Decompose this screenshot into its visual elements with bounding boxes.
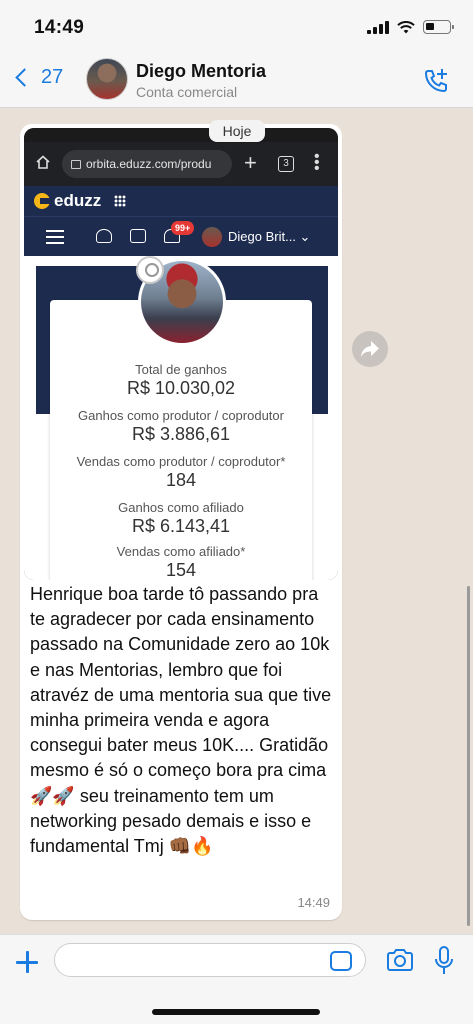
message-text: Henrique boa tarde tô passando pra te ag… (30, 584, 332, 857)
stat-value: R$ 10.030,02 (126, 378, 236, 398)
browser-tab-count: 3 (278, 156, 294, 172)
status-time: 14:49 (34, 17, 85, 38)
add-call-icon[interactable] (421, 66, 451, 96)
bubble-tail (27, 884, 53, 900)
status-bar: 14:49 (0, 0, 473, 52)
back-chevron-icon (15, 68, 34, 87)
message-image[interactable]: orbita.eduzz.com/produ + 3 • • • eduzz 99+… (24, 128, 338, 580)
browser-new-tab-icon: + (244, 150, 257, 175)
stat-value: 154 (165, 560, 197, 580)
back-button[interactable]: 27 (12, 66, 63, 89)
status-icons (367, 20, 454, 34)
dashboard-body: Total de ganhos R$ 10.030,02 Ganhos como… (24, 256, 338, 580)
eduzz-brand-bar: eduzz (24, 186, 338, 216)
date-pill: Hoje (209, 120, 265, 142)
stat-label: Total de ganhos (135, 362, 227, 377)
wifi-icon (397, 20, 415, 33)
message-time: 14:49 (297, 895, 330, 910)
eduzz-logo-text: eduzz (54, 191, 102, 210)
back-count: 27 (41, 66, 64, 88)
signal-icon (367, 20, 389, 34)
stat-label: Ganhos como produtor / coprodutor (78, 408, 284, 423)
stat-label: Ganhos como afiliado (118, 500, 244, 515)
image-browser-bar: orbita.eduzz.com/produ + 3 • • • (24, 142, 338, 186)
stat-value: R$ 6.143,41 (131, 516, 231, 536)
user-avatar (202, 227, 222, 247)
chat-area[interactable]: orbita.eduzz.com/produ + 3 • • • eduzz 99+… (0, 108, 473, 934)
user-name: Diego Brit... ⌄ (228, 229, 311, 244)
change-photo-icon (136, 256, 164, 284)
input-bar (0, 934, 473, 1024)
stat-label: Vendas como produtor / coprodutor* (76, 454, 286, 469)
forward-icon (361, 341, 379, 357)
eduzz-logo-icon (34, 193, 50, 209)
camera-icon[interactable] (386, 948, 414, 972)
stat-value: R$ 3.886,61 (131, 424, 231, 444)
menu-icon (46, 230, 64, 244)
sticker-icon[interactable] (330, 951, 352, 971)
message-input[interactable] (54, 943, 366, 977)
contact-avatar[interactable] (86, 58, 128, 100)
browser-url: orbita.eduzz.com/produ (62, 150, 232, 178)
eduzz-nav-bar: 99+ Diego Brit... ⌄ (24, 216, 338, 256)
microphone-icon[interactable] (434, 946, 454, 976)
browser-home-icon (36, 155, 50, 169)
battery-icon (423, 20, 454, 34)
chat-header: 27 Diego Mentoria Conta comercial (0, 52, 473, 108)
forward-button[interactable] (352, 331, 388, 367)
scrollbar[interactable] (467, 586, 470, 926)
message-bubble[interactable]: orbita.eduzz.com/produ + 3 • • • eduzz 99+… (20, 124, 342, 920)
browser-menu-icon: • • • (314, 148, 320, 177)
plus-icon[interactable] (14, 949, 40, 975)
contact-subtitle: Conta comercial (136, 84, 238, 100)
chat-icon (130, 229, 146, 243)
contact-name[interactable]: Diego Mentoria (136, 61, 266, 82)
people-icon (96, 229, 112, 243)
notification-badge: 99+ (171, 221, 195, 235)
stat-value: 184 (165, 470, 197, 490)
home-indicator (152, 1009, 320, 1015)
stat-label: Vendas como afiliado* (116, 544, 246, 559)
apps-grid-icon (114, 195, 126, 207)
